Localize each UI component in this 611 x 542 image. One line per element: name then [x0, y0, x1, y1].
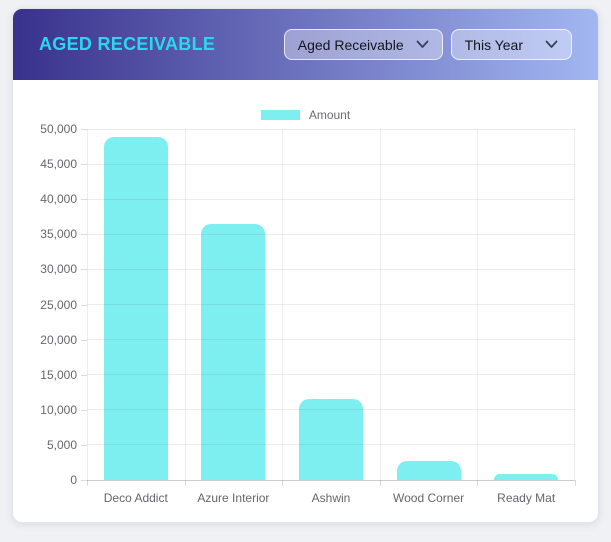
chevron-down-icon [416, 40, 429, 49]
x-axis-label: Ashwin [282, 491, 380, 505]
bar-ashwin[interactable] [299, 399, 363, 480]
aged-receivable-card: AGED RECEIVABLE Aged Receivable This Yea… [12, 8, 599, 523]
y-tick-label: 40,000 [40, 192, 77, 206]
legend-label-amount: Amount [309, 108, 350, 122]
y-tick-label: 50,000 [40, 122, 77, 136]
bar-slot [185, 129, 283, 480]
x-tick-mark [282, 480, 283, 486]
y-axis-labels: 05,00010,00015,00020,00025,00030,00035,0… [13, 129, 77, 480]
legend-swatch-amount [261, 110, 300, 120]
bar-slot [477, 129, 575, 480]
y-tick-label: 5,000 [47, 438, 77, 452]
page: { "page": { "background": "#F0F1F5" }, "… [0, 0, 611, 542]
x-axis-label: Azure Interior [185, 491, 283, 505]
chevron-down-icon [545, 40, 558, 49]
bar-slot [380, 129, 478, 480]
report-type-dropdown-label: Aged Receivable [298, 37, 404, 53]
card-header: AGED RECEIVABLE Aged Receivable This Yea… [13, 9, 598, 80]
bar-ready-mat[interactable] [494, 474, 558, 480]
y-tick-label: 10,000 [40, 403, 77, 417]
y-tick-label: 20,000 [40, 333, 77, 347]
bar-slot [87, 129, 185, 480]
x-tick-mark [477, 480, 478, 486]
bar-azure-interior[interactable] [201, 224, 265, 480]
x-axis-label: Wood Corner [380, 491, 478, 505]
chart-legend: Amount [13, 108, 598, 122]
y-tick-label: 15,000 [40, 368, 77, 382]
y-tick-label: 45,000 [40, 157, 77, 171]
gridline [87, 480, 575, 481]
x-axis-label: Ready Mat [477, 491, 575, 505]
bar-deco-addict[interactable] [104, 137, 168, 480]
x-axis-labels: Deco AddictAzure InteriorAshwinWood Corn… [87, 491, 575, 505]
bar-slot [282, 129, 380, 480]
period-dropdown[interactable]: This Year [451, 29, 572, 60]
report-type-dropdown[interactable]: Aged Receivable [284, 29, 443, 60]
bar-wood-corner[interactable] [397, 461, 461, 480]
page-title: AGED RECEIVABLE [39, 34, 215, 55]
bar-chart-plot [87, 129, 575, 480]
period-dropdown-label: This Year [465, 37, 523, 53]
bars-container [87, 129, 575, 480]
x-tick-mark [380, 480, 381, 486]
x-axis-label: Deco Addict [87, 491, 185, 505]
x-tick-mark [185, 480, 186, 486]
y-tick-label: 25,000 [40, 298, 77, 312]
x-tick-mark [575, 480, 576, 486]
y-tick-label: 30,000 [40, 262, 77, 276]
y-tick-label: 0 [70, 473, 77, 487]
x-tick-mark [87, 480, 88, 486]
y-tick-label: 35,000 [40, 227, 77, 241]
